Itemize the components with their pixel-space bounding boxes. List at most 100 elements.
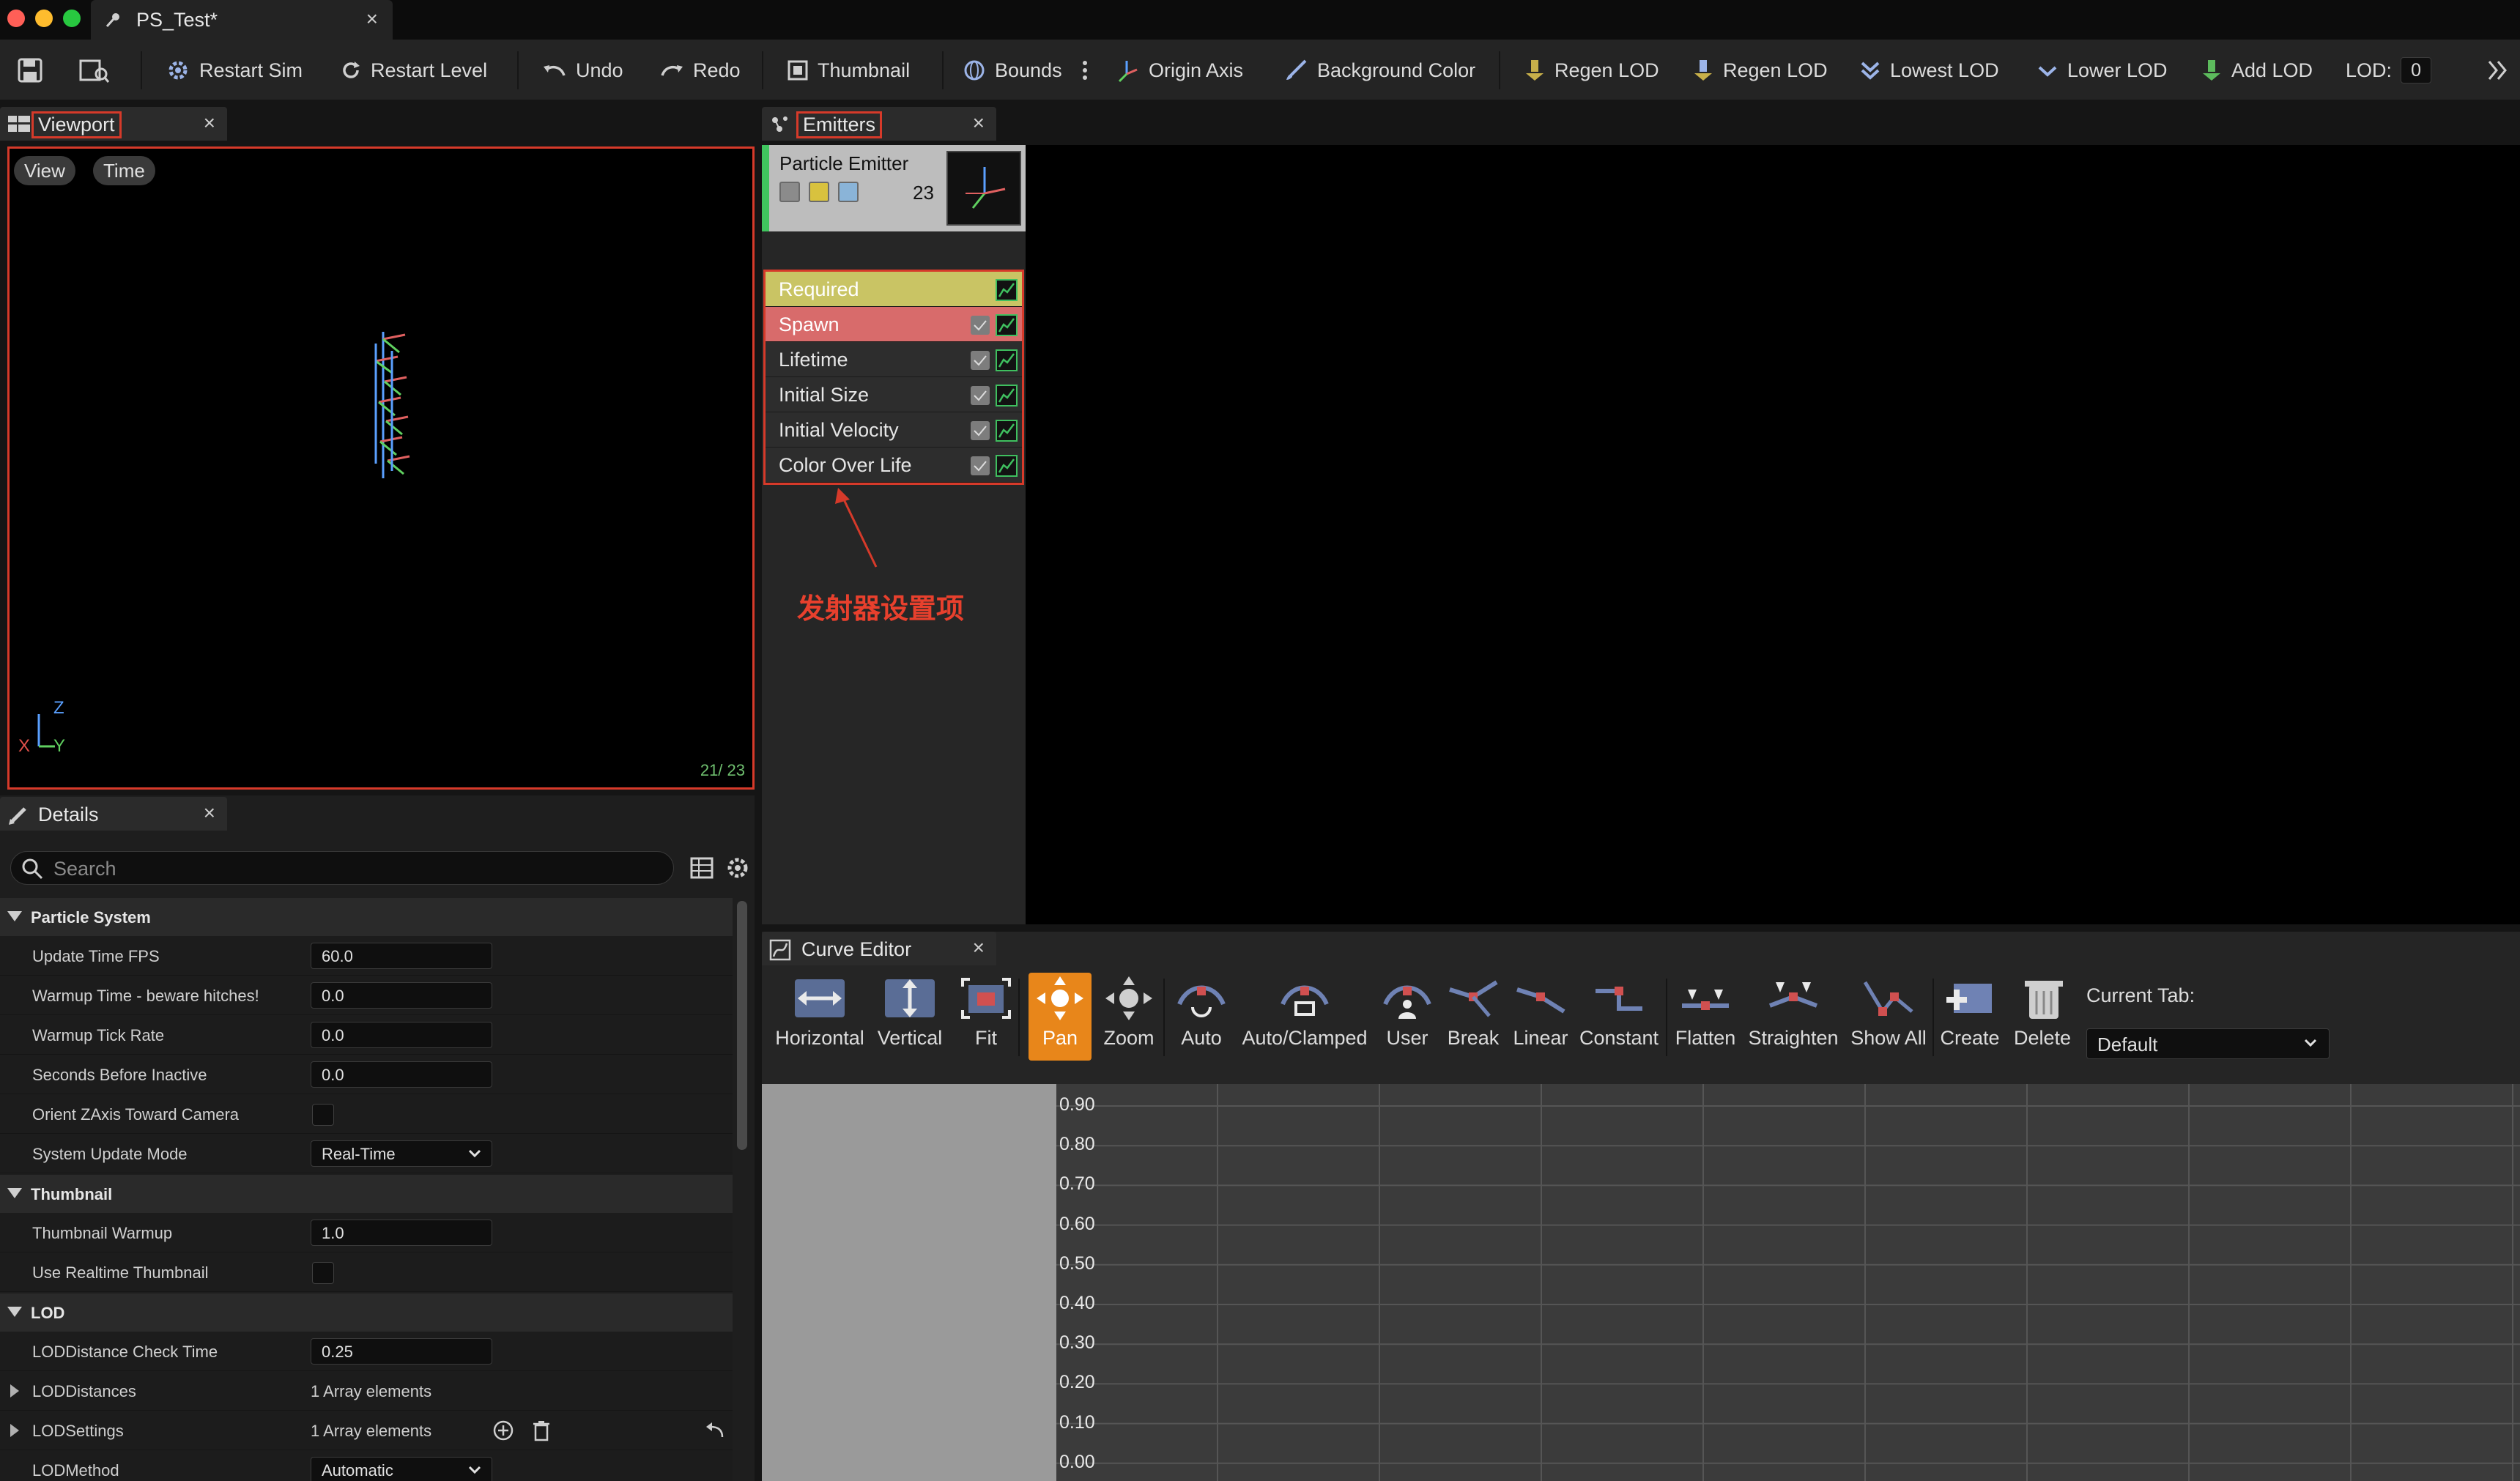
curve-tool-create-button[interactable]: Create <box>1938 973 2001 1061</box>
close-icon[interactable]: × <box>366 7 378 31</box>
curve-tool-label: User <box>1386 1027 1428 1049</box>
close-icon[interactable]: × <box>973 111 985 135</box>
curve-tool-fit-button[interactable]: Fit <box>957 973 1015 1061</box>
lower-lod-button[interactable]: Lower LOD <box>2037 53 2168 88</box>
browse-button[interactable] <box>79 53 110 88</box>
curve-tool-horizontal-button[interactable]: Horizontal <box>775 973 864 1061</box>
module-enable-checkbox[interactable] <box>971 456 990 475</box>
thumbnail-button[interactable]: Thumbnail <box>787 53 910 88</box>
trash-icon[interactable] <box>532 1419 551 1441</box>
expand-arrow-icon[interactable] <box>10 1384 19 1398</box>
time-menu-button[interactable]: Time <box>93 156 155 185</box>
section-particle-system[interactable]: Particle System <box>0 898 733 936</box>
current-tab-select[interactable]: Default <box>2086 1028 2330 1059</box>
module-curve-icon[interactable] <box>996 420 1018 442</box>
toolbar-overflow-button[interactable] <box>2486 53 2510 88</box>
module-curve-icon[interactable] <box>996 314 1018 336</box>
curve-graph[interactable] <box>1056 1084 2520 1481</box>
emitter-render-mode-icon[interactable] <box>809 182 829 202</box>
curve-tool-zoom-button[interactable]: Zoom <box>1097 973 1160 1061</box>
emitter-module-row[interactable]: Required <box>766 272 1022 307</box>
section-lod[interactable]: LOD <box>0 1293 733 1332</box>
curve-tool-user-button[interactable]: User <box>1377 973 1437 1061</box>
curve-tool-delete-button[interactable]: Delete <box>2009 973 2076 1061</box>
emitters-tab[interactable]: Emitters × <box>762 107 996 141</box>
warmup-tick-rate-input[interactable]: 0.0 <box>311 1022 492 1048</box>
add-element-icon[interactable] <box>492 1419 514 1441</box>
curve-tool-constant-button[interactable]: Constant <box>1575 973 1663 1061</box>
emitter-module-row[interactable]: Initial Velocity <box>766 412 1022 448</box>
add-lod-button[interactable]: Add LOD <box>2201 53 2313 88</box>
settings-gear-icon[interactable] <box>725 855 750 880</box>
emitter-solo-icon[interactable] <box>838 182 859 202</box>
orient-zaxis-checkbox[interactable] <box>312 1104 334 1126</box>
update-time-fps-input[interactable]: 60.0 <box>311 943 492 969</box>
undo-button[interactable]: Undo <box>542 53 623 88</box>
seconds-before-inactive-input[interactable]: 0.0 <box>311 1061 492 1088</box>
module-enable-checkbox[interactable] <box>971 316 990 335</box>
expand-arrow-icon[interactable] <box>10 1424 19 1437</box>
curve-editor-tab[interactable]: Curve Editor × <box>762 932 996 965</box>
curve-tool-show-all-button[interactable]: Show All <box>1848 973 1930 1061</box>
lod-value-field[interactable]: 0 <box>2401 57 2432 83</box>
window-minimize-button[interactable] <box>35 10 53 27</box>
emitters-canvas[interactable] <box>762 145 2520 924</box>
curve-tool-pan-button[interactable]: Pan <box>1029 973 1092 1061</box>
reset-arrow-icon[interactable] <box>705 1421 725 1440</box>
thumbnail-warmup-input[interactable]: 1.0 <box>311 1220 492 1246</box>
redo-button[interactable]: Redo <box>659 53 741 88</box>
curve-tool-straighten-button[interactable]: Straighten <box>1746 973 1840 1061</box>
background-color-button[interactable]: Background Color <box>1283 53 1475 88</box>
search-input[interactable]: Search <box>10 851 674 885</box>
origin-axis-button[interactable]: Origin Axis <box>1116 53 1243 88</box>
module-curve-icon[interactable] <box>996 349 1018 371</box>
restart-sim-button[interactable]: Restart Sim <box>166 53 303 88</box>
module-enable-checkbox[interactable] <box>971 351 990 370</box>
curve-tool-break-button[interactable]: Break <box>1443 973 1503 1061</box>
curve-tool-vertical-button[interactable]: Vertical <box>869 973 951 1061</box>
system-update-mode-select[interactable]: Real-Time <box>311 1140 492 1167</box>
bounds-button[interactable]: Bounds <box>963 53 1062 88</box>
close-icon[interactable]: × <box>204 801 215 825</box>
warmup-time-input[interactable]: 0.0 <box>311 982 492 1009</box>
details-tab[interactable]: Details × <box>0 797 227 831</box>
curve-tool-linear-button[interactable]: Linear <box>1509 973 1572 1061</box>
restart-level-button[interactable]: Restart Level <box>340 53 487 88</box>
lodmethod-select[interactable]: Automatic <box>311 1457 492 1481</box>
emitter-module-row[interactable]: Lifetime <box>766 342 1022 377</box>
section-thumbnail[interactable]: Thumbnail <box>0 1175 733 1213</box>
emitter-enable-checkbox[interactable] <box>779 182 800 202</box>
module-enable-checkbox[interactable] <box>971 386 990 405</box>
viewport-canvas[interactable]: View Time Z X Y 21/ 23 <box>7 146 755 790</box>
lowest-lod-button[interactable]: Lowest LOD <box>1859 53 1999 88</box>
module-curve-icon[interactable] <box>996 385 1018 407</box>
curve-tool-auto-clamped-button[interactable]: Auto/Clamped <box>1239 973 1370 1061</box>
loddistance-check-time-input[interactable]: 0.25 <box>311 1338 492 1365</box>
curve-list[interactable] <box>762 1084 1056 1481</box>
close-icon[interactable]: × <box>973 936 985 960</box>
regen-lod-button-1[interactable]: Regen LOD <box>1524 53 1659 88</box>
module-enable-checkbox[interactable] <box>971 421 990 440</box>
bounds-options-button[interactable] <box>1081 53 1089 88</box>
module-curve-icon[interactable] <box>996 455 1018 477</box>
viewport-tab[interactable]: Viewport × <box>0 107 227 141</box>
emitter-module-row[interactable]: Initial Size <box>766 377 1022 412</box>
use-realtime-thumbnail-checkbox[interactable] <box>312 1262 334 1284</box>
module-curve-icon[interactable] <box>996 279 1018 301</box>
regen-lod-button-2[interactable]: Regen LOD <box>1692 53 1828 88</box>
curve-tool-auto-button[interactable]: Auto <box>1171 973 1232 1061</box>
prop-loddistances[interactable]: LODDistances 1 Array elements <box>0 1371 733 1411</box>
prop-lodsettings[interactable]: LODSettings 1 Array elements <box>0 1411 733 1450</box>
view-menu-button[interactable]: View <box>14 156 75 185</box>
window-close-button[interactable] <box>7 10 25 27</box>
table-view-icon[interactable] <box>690 857 714 879</box>
save-button[interactable] <box>16 53 44 88</box>
curve-tool-flatten-button[interactable]: Flatten <box>1669 973 1742 1061</box>
emitter-module-row[interactable]: Spawn <box>766 307 1022 342</box>
details-scrollbar[interactable] <box>737 901 747 1150</box>
window-zoom-button[interactable] <box>63 10 81 27</box>
emitter-module-row[interactable]: Color Over Life <box>766 448 1022 483</box>
curve-tool-label: Linear <box>1513 1027 1568 1049</box>
close-icon[interactable]: × <box>204 111 215 135</box>
document-tab[interactable]: PS_Test* × <box>91 0 393 40</box>
